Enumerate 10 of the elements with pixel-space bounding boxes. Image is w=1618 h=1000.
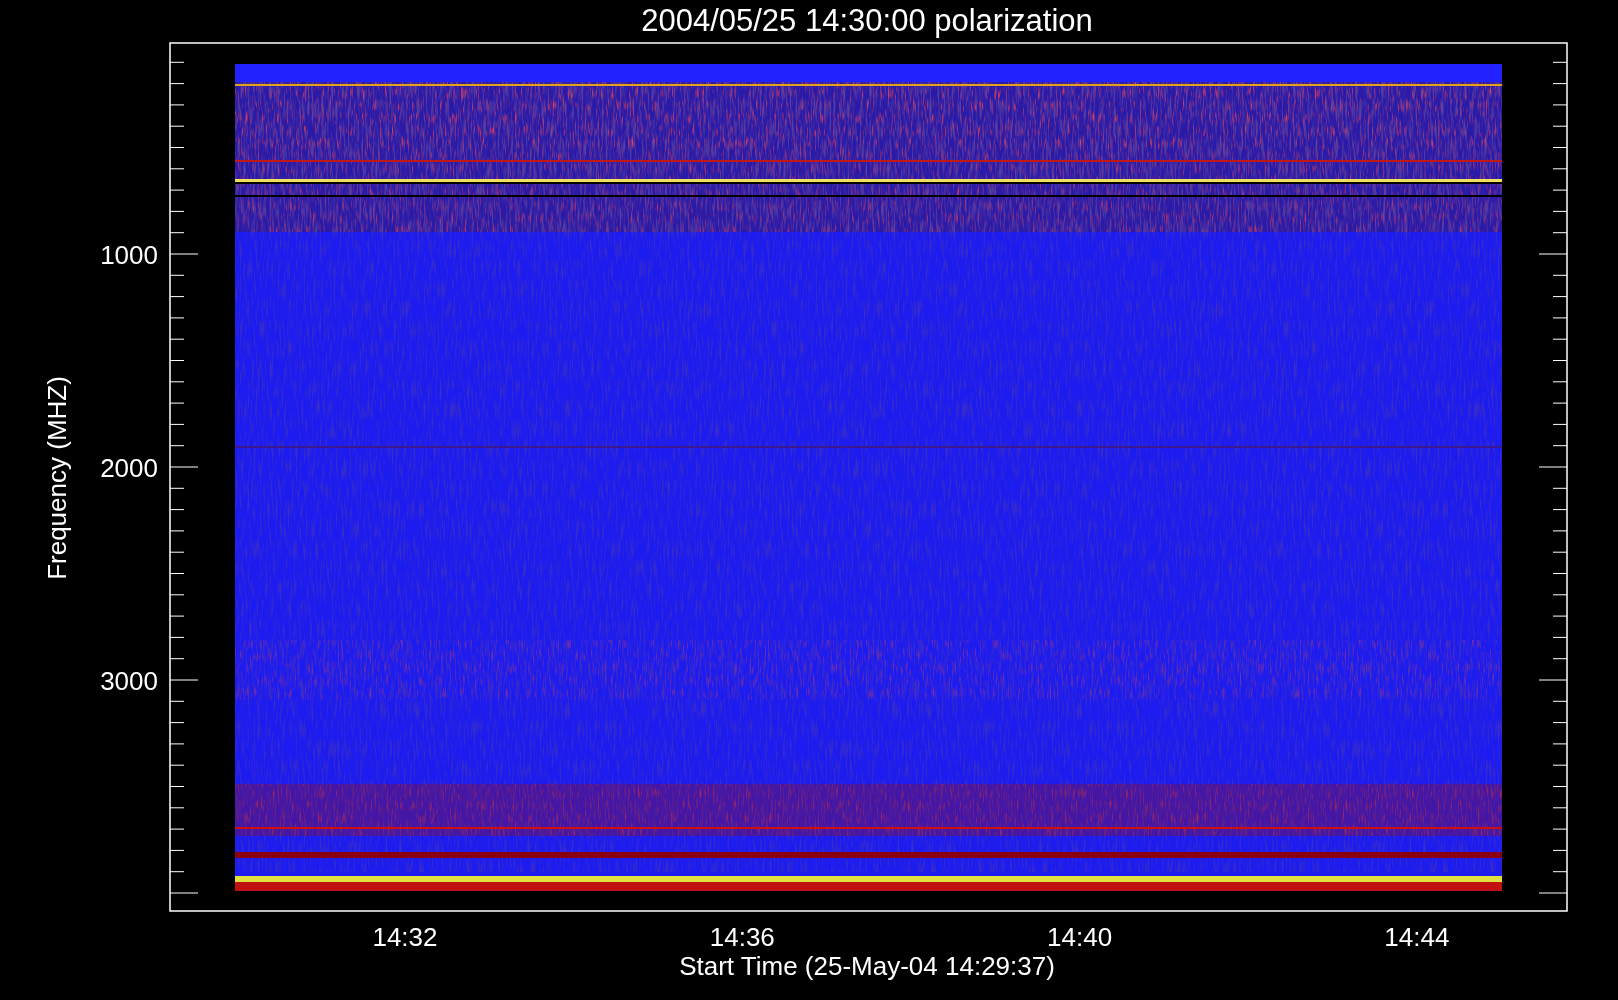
x-tick-label: 14:40: [1047, 922, 1113, 952]
y-tick-label: 2000: [100, 453, 158, 483]
plot-title: 2004/05/25 14:30:00 polarization: [641, 3, 1093, 38]
y-tick-label: 1000: [100, 240, 158, 270]
x-axis-title: Start Time (25-May-04 14:29:37): [679, 951, 1055, 981]
y-axis-title: Frequency (MHZ): [42, 376, 72, 580]
x-tick-label: 14:44: [1384, 922, 1450, 952]
x-tick-label: 14:32: [372, 922, 438, 952]
x-tick-label: 14:36: [709, 922, 775, 952]
y-tick-label: 3000: [100, 666, 158, 696]
